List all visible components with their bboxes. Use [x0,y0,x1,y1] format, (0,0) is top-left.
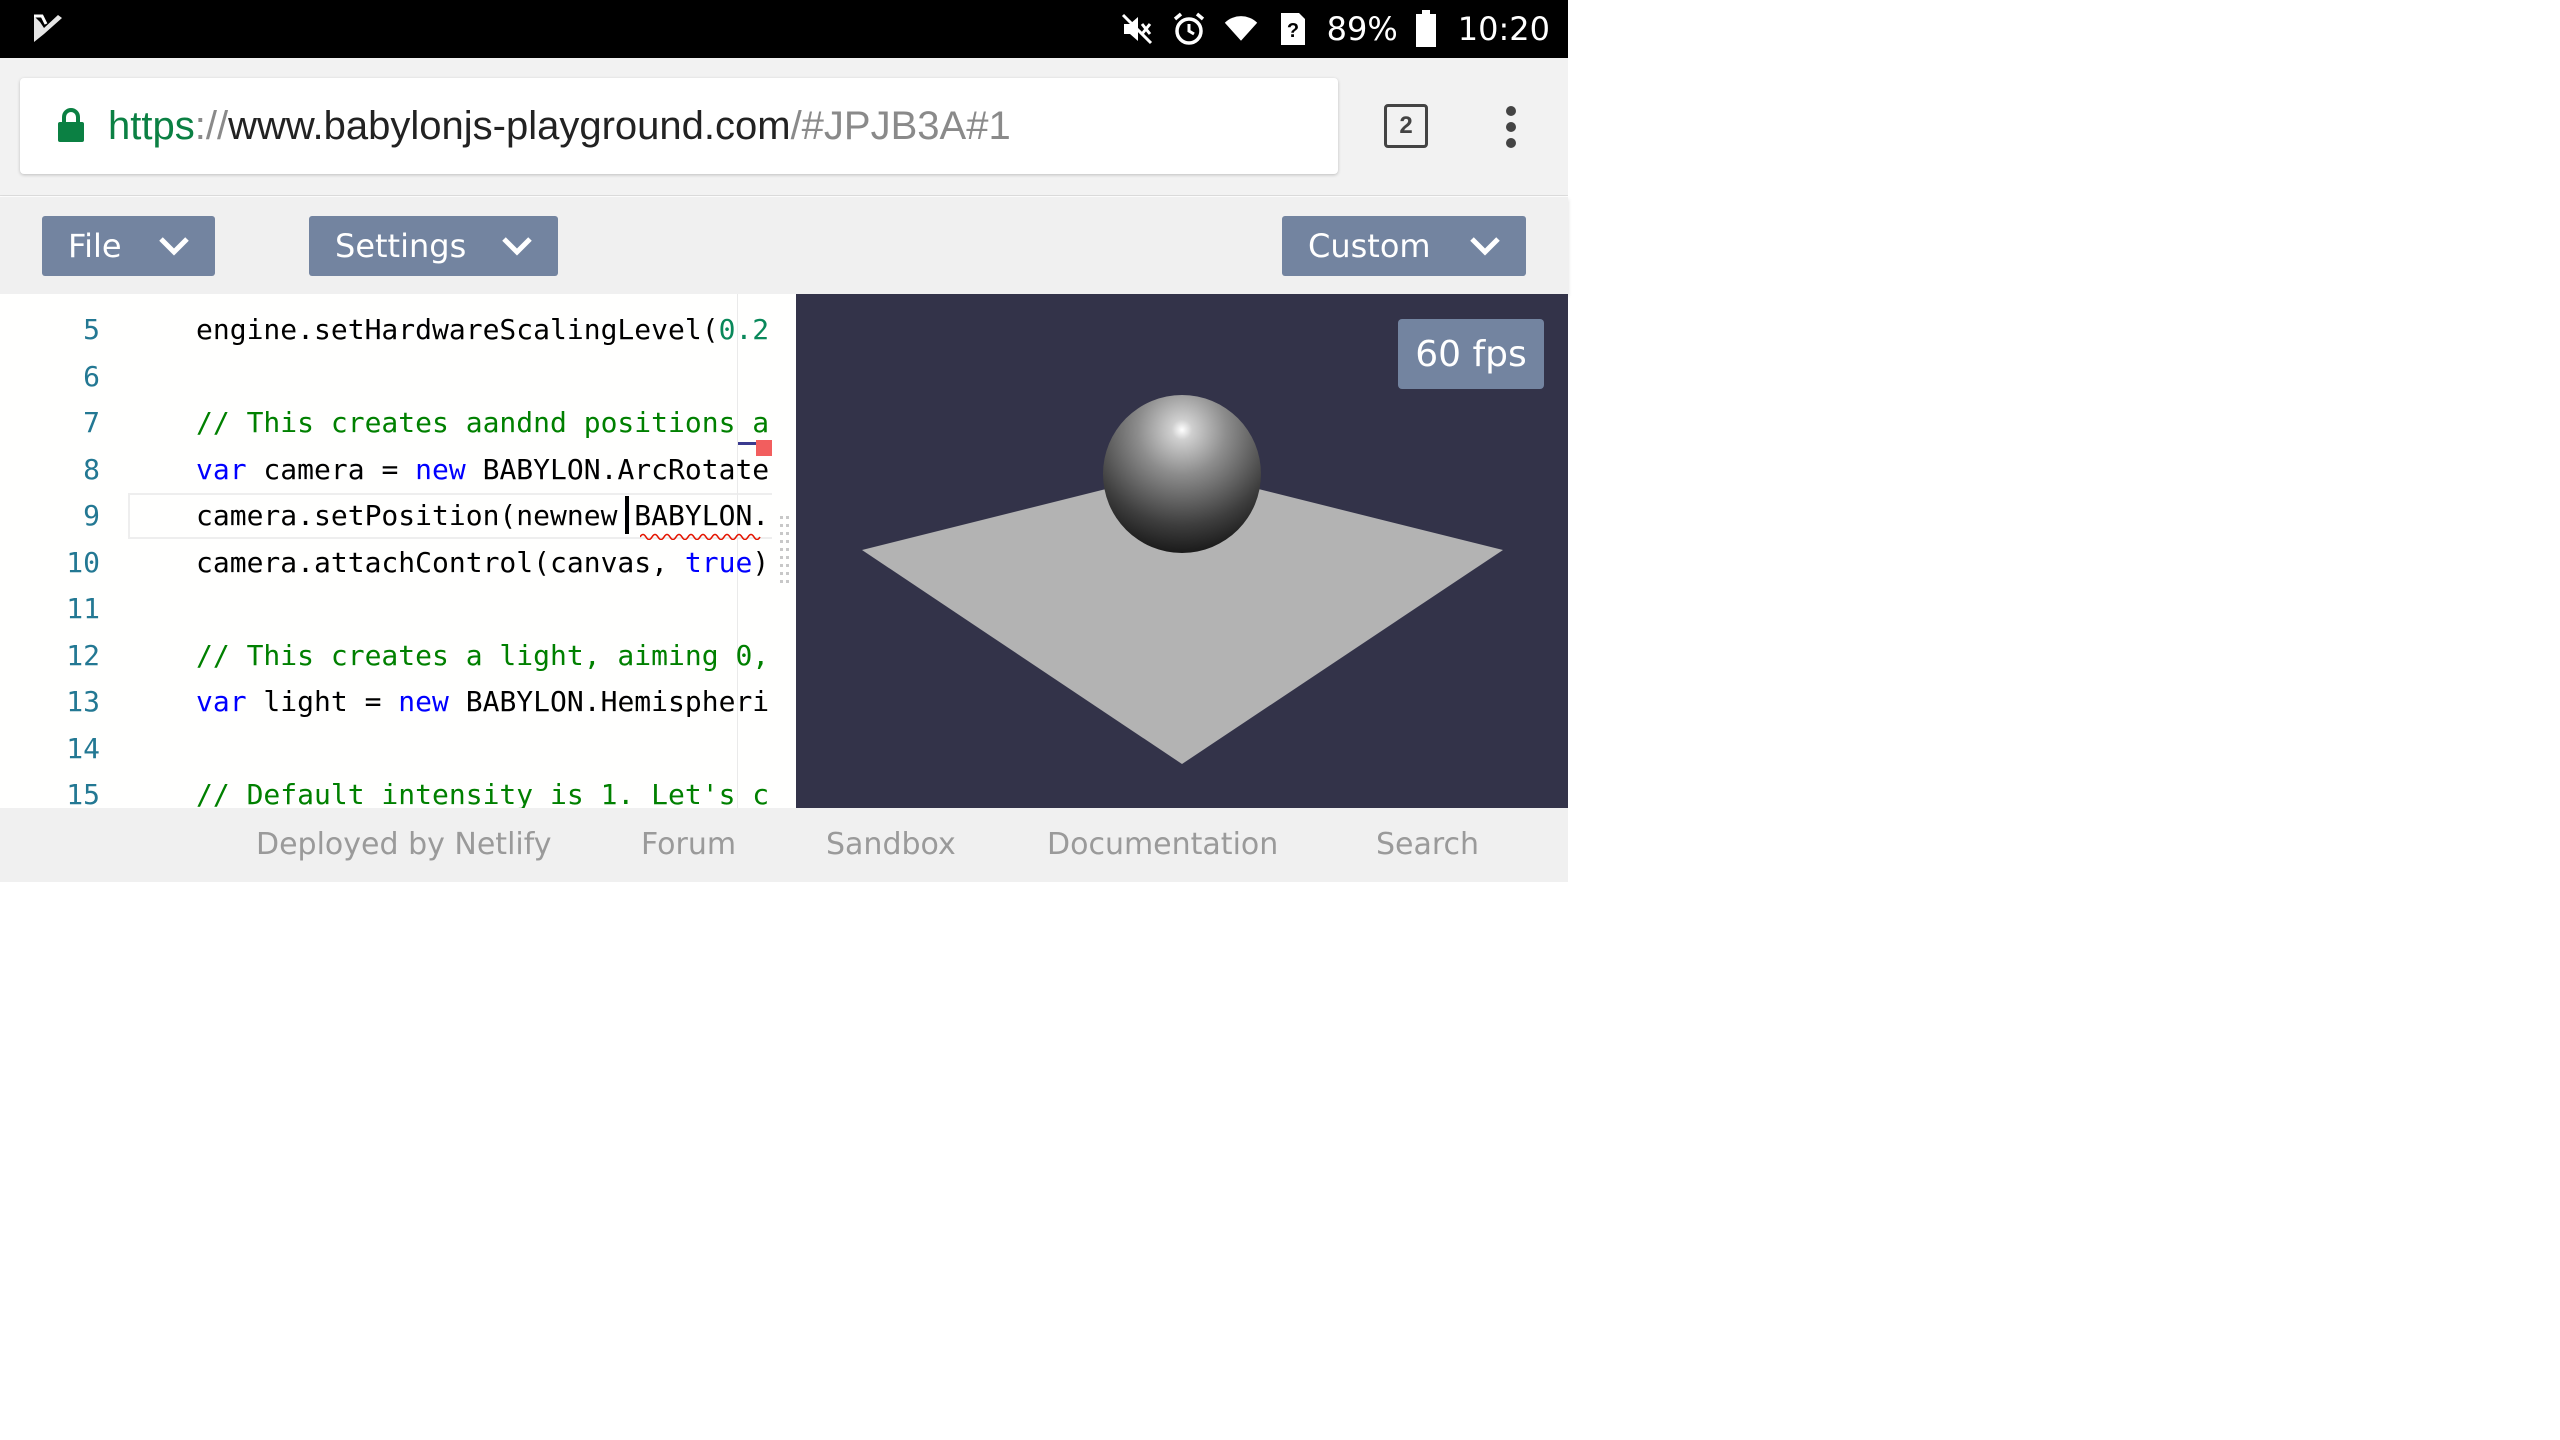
lock-icon [58,108,84,142]
status-icons: ? 89% 10:20 [1119,0,1550,58]
code-editor[interactable]: 5 engine.setHardwareScalingLevel(0.2 6 7 // … [0,294,796,808]
playground-toolbar: File Settings Custom [0,197,1568,294]
svg-text:?: ? [1287,20,1299,42]
status-bar: ? 89% 10:20 [0,0,1568,58]
overview-ruler-marker [738,442,758,445]
footer-link-forum[interactable]: Forum [641,808,736,882]
code-token: var [196,685,247,718]
code-line[interactable]: 5 engine.setHardwareScalingLevel(0.2 [0,307,772,353]
code-token: // Default intensity is 1. Let's c [196,778,770,808]
file-menu-button[interactable]: File [42,216,215,276]
code-line[interactable]: 12 // This creates a light, aiming 0, [0,633,772,679]
code-line[interactable]: 10 camera.attachControl(canvas, true) [0,540,772,586]
line-code: var light = new BABYLON.Hemispheri [196,679,769,725]
line-code: camera.attachControl(canvas, true) [196,540,769,586]
line-code: engine.setHardwareScalingLevel(0.2 [196,307,769,353]
line-code: var camera = new BABYLON.ArcRotate [196,447,769,493]
mute-icon [1119,11,1155,47]
code-token: 0.2 [718,313,770,346]
code-editor-content[interactable]: 5 engine.setHardwareScalingLevel(0.2 6 7 // … [0,294,772,808]
code-token: true [684,546,753,579]
code-line[interactable]: 13 var light = new BABYLON.Hemispheri [0,679,772,725]
tab-switcher-button[interactable]: 2 [1384,104,1428,148]
line-number: 12 [66,639,100,672]
footer-link-search[interactable]: Search [1376,808,1479,882]
code-token: // This creates aandnd positions a [196,406,770,439]
line-code: // This creates aandnd positions a [196,400,769,446]
address-bar[interactable]: https://www.babylonjs-playground.com/#JP… [20,78,1338,174]
footer-link-netlify[interactable]: Deployed by Netlify [256,808,552,882]
code-token: ) [752,546,770,579]
error-squiggle [640,533,761,540]
clock: 10:20 [1457,10,1550,48]
code-line[interactable]: 6 [0,354,772,400]
code-token: // This creates a light, aiming 0, [196,639,770,672]
code-token: new [398,685,449,718]
sphere [1103,395,1261,553]
line-number: 8 [83,453,100,486]
footer: Deployed by Netlify Forum Sandbox Docume… [0,808,1568,882]
code-line[interactable]: 7 // This creates aandnd positions a [0,400,772,446]
code-token: var [196,453,247,486]
code-token: camera = [246,453,416,486]
settings-menu-label: Settings [335,227,467,265]
line-number: 10 [66,546,100,579]
code-token: BABYLON. [617,499,770,532]
line-number: 9 [83,499,100,532]
battery-percent: 89% [1326,10,1398,48]
chevron-down-icon [159,237,189,256]
url-text[interactable]: https://www.babylonjs-playground.com/#JP… [108,78,1011,174]
line-number: 15 [66,778,100,808]
footer-link-documentation[interactable]: Documentation [1047,808,1278,882]
footer-link-sandbox[interactable]: Sandbox [826,808,956,882]
code-line[interactable]: 14 [0,726,772,772]
code-token: new [415,453,466,486]
wifi-icon [1223,11,1259,47]
text-cursor [625,496,629,534]
code-token: camera.attachControl(canvas, [196,546,685,579]
alarm-icon [1171,11,1207,47]
code-line[interactable]: 11 [0,586,772,632]
url-path: /#JPJB3A#1 [790,104,1011,148]
line-number: 7 [83,406,100,439]
fps-counter: 60 fps [1398,319,1544,389]
pane-splitter-handle[interactable] [779,514,791,584]
no-sim-icon: ? [1275,11,1311,47]
browser-toolbar: https://www.babylonjs-playground.com/#JP… [0,58,1568,196]
url-host: www.babylonjs-playground.com [228,104,791,148]
overflow-menu-icon[interactable] [1496,104,1526,150]
render-canvas[interactable]: 60 fps [796,294,1568,808]
line-code: // This creates a light, aiming 0, [196,633,769,679]
code-token: engine.setHardwareScalingLevel( [196,313,719,346]
code-line[interactable]: 15 // Default intensity is 1. Let's c [0,772,772,808]
file-menu-label: File [68,227,122,265]
line-number: 5 [83,313,100,346]
code-token: BABYLON.ArcRotate [465,453,770,486]
url-separator: :// [194,104,229,148]
code-token: light = [246,685,399,718]
settings-menu-button[interactable]: Settings [309,216,558,276]
custom-menu-button[interactable]: Custom [1282,216,1526,276]
url-scheme: https [108,104,195,148]
line-code: // Default intensity is 1. Let's c [196,772,769,808]
code-token: camera.setPosition(newnew [196,499,618,532]
app-logo-icon [34,14,62,42]
chevron-down-icon [502,237,532,256]
overview-ruler-error-marker [756,440,772,456]
line-number: 11 [66,592,100,625]
line-number: 14 [66,732,100,765]
line-number: 13 [66,685,100,718]
code-token: BABYLON.Hemispheri [448,685,770,718]
custom-menu-label: Custom [1308,227,1431,265]
line-number: 6 [83,360,100,393]
battery-icon [1414,10,1438,47]
chevron-down-icon [1470,237,1500,256]
code-line[interactable]: 8 var camera = new BABYLON.ArcRotate [0,447,772,493]
